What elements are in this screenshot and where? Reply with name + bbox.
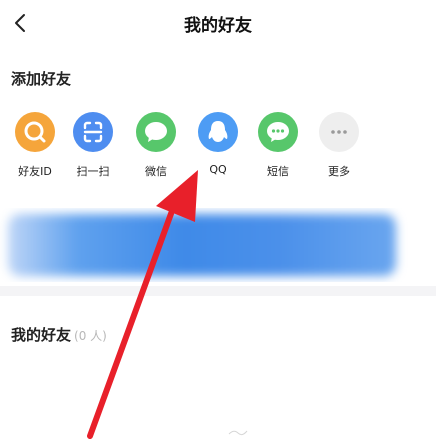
qq-label: QQ bbox=[209, 163, 227, 176]
more-icon bbox=[319, 112, 359, 152]
add-friends-heading: 添加好友 bbox=[11, 70, 72, 88]
faint-mark-icon bbox=[228, 430, 248, 436]
add-friend-options: 好友ID 扫一扫 微信 QQ 短信 更多 bbox=[0, 112, 436, 184]
wechat-button[interactable]: 微信 bbox=[126, 112, 186, 179]
friends-count: (0 人) bbox=[74, 329, 107, 343]
search-icon bbox=[15, 112, 55, 152]
wechat-icon bbox=[136, 112, 176, 152]
sms-icon bbox=[258, 112, 298, 152]
more-label: 更多 bbox=[328, 165, 350, 178]
my-friends-heading: 我的好友 (0 人) bbox=[11, 324, 107, 345]
add-by-id-button[interactable]: 好友ID bbox=[5, 112, 65, 179]
more-button[interactable]: 更多 bbox=[309, 112, 369, 179]
banner-image bbox=[8, 214, 396, 276]
qq-button[interactable]: QQ bbox=[188, 112, 248, 176]
scan-label: 扫一扫 bbox=[76, 165, 110, 178]
header-bar: 我的好友 bbox=[0, 0, 436, 46]
qq-icon bbox=[198, 112, 238, 152]
add-by-id-label: 好友ID bbox=[18, 165, 52, 178]
blurred-banner[interactable] bbox=[0, 208, 436, 282]
scan-button[interactable]: 扫一扫 bbox=[63, 112, 123, 179]
section-divider bbox=[0, 286, 436, 296]
page-title: 我的好友 bbox=[184, 16, 252, 36]
sms-button[interactable]: 短信 bbox=[248, 112, 308, 179]
sms-label: 短信 bbox=[267, 165, 289, 178]
wechat-label: 微信 bbox=[145, 165, 167, 178]
scan-icon bbox=[73, 112, 113, 152]
my-friends-title: 我的好友 bbox=[11, 326, 72, 344]
